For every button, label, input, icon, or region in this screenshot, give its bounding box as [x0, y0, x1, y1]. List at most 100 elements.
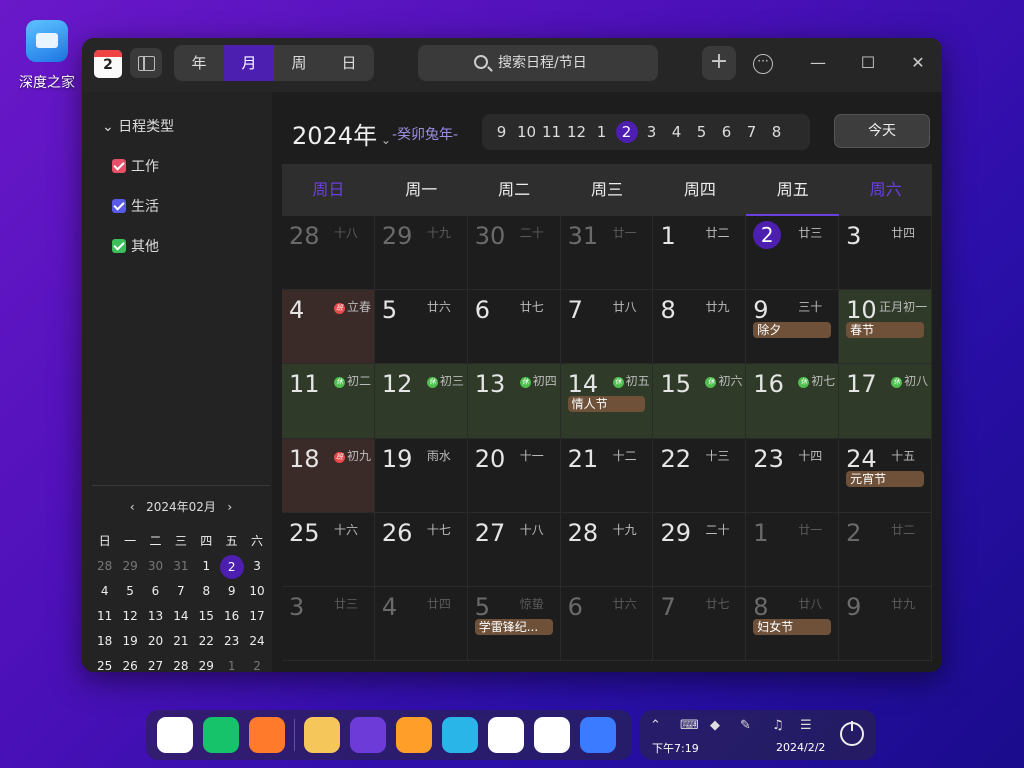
manager-icon[interactable]	[203, 717, 239, 753]
power-icon[interactable]	[840, 721, 864, 746]
mini-day[interactable]: 15	[194, 605, 219, 630]
month-item[interactable]: 3	[639, 123, 664, 141]
mini-day[interactable]: 11	[92, 605, 117, 630]
pen-icon[interactable]: ✎	[740, 718, 751, 733]
mini-day[interactable]: 1	[219, 655, 244, 672]
clock-date[interactable]: 2024/2/2	[776, 741, 825, 754]
desktop-icon-deepin-home[interactable]: 深度之家	[14, 20, 80, 92]
day-cell[interactable]: 29 二十	[653, 512, 747, 587]
minimize-button[interactable]: —	[804, 50, 832, 78]
day-cell[interactable]: 5 惊蛰 学雷锋纪...	[467, 586, 561, 662]
day-cell[interactable]: 21 十二	[560, 438, 654, 513]
day-cell[interactable]: 10 正月初一 春节	[839, 290, 933, 365]
mini-day[interactable]: 28	[168, 655, 193, 672]
day-cell[interactable]: 22 十三	[653, 438, 747, 513]
category-work[interactable]: 工作	[112, 156, 159, 176]
month-item[interactable]: 7	[739, 123, 764, 141]
day-cell[interactable]: 2 廿三	[746, 216, 840, 291]
view-day-button[interactable]: 日	[324, 45, 374, 81]
notification-icon[interactable]: ♫	[772, 718, 784, 733]
category-header[interactable]: ⌄ 日程类型	[102, 116, 174, 136]
add-event-button[interactable]: +	[702, 46, 736, 80]
calendar-icon[interactable]	[534, 717, 570, 753]
mini-day[interactable]: 2	[244, 655, 269, 672]
day-cell[interactable]: 9 三十 除夕	[746, 290, 840, 365]
mini-day[interactable]: 24	[244, 630, 269, 655]
mini-day[interactable]: 16	[219, 605, 244, 630]
view-year-button[interactable]: 年	[174, 45, 224, 81]
day-cell[interactable]: 20 十一	[467, 438, 561, 513]
mini-day[interactable]: 6	[143, 580, 168, 605]
day-cell[interactable]: 25 十六	[282, 512, 375, 587]
day-cell[interactable]: 6 廿七	[467, 290, 561, 365]
month-item[interactable]: 6	[714, 123, 739, 141]
mini-day[interactable]: 18	[92, 630, 117, 655]
clock-time[interactable]: 下午7:19	[652, 740, 699, 756]
launcher-icon[interactable]	[157, 717, 193, 753]
mini-day[interactable]: 23	[219, 630, 244, 655]
month-item[interactable]: 1	[589, 123, 614, 141]
mini-day[interactable]: 2	[219, 555, 244, 580]
day-cell[interactable]: 15 休初六	[653, 364, 747, 439]
tray-expand-icon[interactable]: ⌃	[650, 718, 661, 733]
day-cell[interactable]: 12 休初三	[374, 364, 468, 439]
day-cell[interactable]: 5 廿六	[374, 290, 468, 365]
day-cell[interactable]: 2 廿二	[839, 512, 933, 587]
mini-day[interactable]: 13	[143, 605, 168, 630]
festival-event[interactable]: 学雷锋纪...	[474, 618, 553, 635]
mini-prev-month-icon[interactable]: ‹	[130, 500, 135, 514]
day-cell[interactable]: 4 班立春	[282, 290, 375, 365]
mini-day[interactable]: 20	[143, 630, 168, 655]
view-week-button[interactable]: 周	[274, 45, 324, 81]
close-button[interactable]: ✕	[904, 50, 932, 78]
life-checkbox[interactable]	[112, 199, 126, 213]
day-cell[interactable]: 28 十九	[560, 512, 654, 587]
festival-event[interactable]: 春节	[846, 322, 925, 339]
mini-day[interactable]: 5	[117, 580, 142, 605]
festival-event[interactable]: 妇女节	[753, 618, 832, 635]
mini-day[interactable]: 8	[194, 580, 219, 605]
mini-day[interactable]: 29	[117, 555, 142, 580]
day-cell[interactable]: 8 廿八 妇女节	[746, 586, 840, 662]
day-cell[interactable]: 18 班初九	[282, 438, 375, 513]
day-cell[interactable]: 6 廿六	[560, 586, 654, 662]
day-cell[interactable]: 4 廿四	[374, 586, 468, 662]
grid-app-icon[interactable]	[249, 717, 285, 753]
day-cell[interactable]: 31 廿一	[560, 216, 654, 291]
day-cell[interactable]: 1 廿二	[653, 216, 747, 291]
day-cell[interactable]: 7 廿八	[560, 290, 654, 365]
mini-day[interactable]: 27	[143, 655, 168, 672]
month-item[interactable]: 4	[664, 123, 689, 141]
day-cell[interactable]: 27 十八	[467, 512, 561, 587]
day-cell[interactable]: 24 十五 元宵节	[839, 438, 933, 513]
day-cell[interactable]: 1 廿一	[746, 512, 840, 587]
day-cell[interactable]: 3 廿三	[282, 586, 375, 662]
more-menu-icon[interactable]: ···	[753, 54, 773, 74]
mini-day[interactable]: 26	[117, 655, 142, 672]
other-checkbox[interactable]	[112, 239, 126, 253]
day-cell[interactable]: 26 十七	[374, 512, 468, 587]
category-other[interactable]: 其他	[112, 236, 159, 256]
day-cell[interactable]: 23 十四	[746, 438, 840, 513]
day-cell[interactable]: 8 廿九	[653, 290, 747, 365]
mini-day[interactable]: 17	[244, 605, 269, 630]
day-cell[interactable]: 16 休初七	[746, 364, 840, 439]
day-cell[interactable]: 14 休初五 情人节	[560, 364, 654, 439]
mini-day[interactable]: 19	[117, 630, 142, 655]
image-viewer-icon[interactable]	[442, 717, 478, 753]
month-item[interactable]: 8	[764, 123, 789, 141]
festival-event[interactable]: 情人节	[567, 396, 646, 413]
color-picker-icon[interactable]: ◆	[710, 718, 720, 733]
month-item[interactable]: 11	[539, 123, 564, 141]
mini-day[interactable]: 3	[244, 555, 269, 580]
day-cell[interactable]: 9 廿九	[839, 586, 933, 662]
mini-day[interactable]: 1	[194, 555, 219, 580]
month-item[interactable]: 2	[614, 121, 639, 143]
screen-recorder-icon[interactable]	[580, 717, 616, 753]
category-life[interactable]: 生活	[112, 196, 159, 216]
month-item[interactable]: 10	[514, 123, 539, 141]
mini-day[interactable]: 28	[92, 555, 117, 580]
festival-event[interactable]: 元宵节	[846, 470, 925, 487]
app-store-icon[interactable]	[396, 717, 432, 753]
month-item[interactable]: 12	[564, 123, 589, 141]
